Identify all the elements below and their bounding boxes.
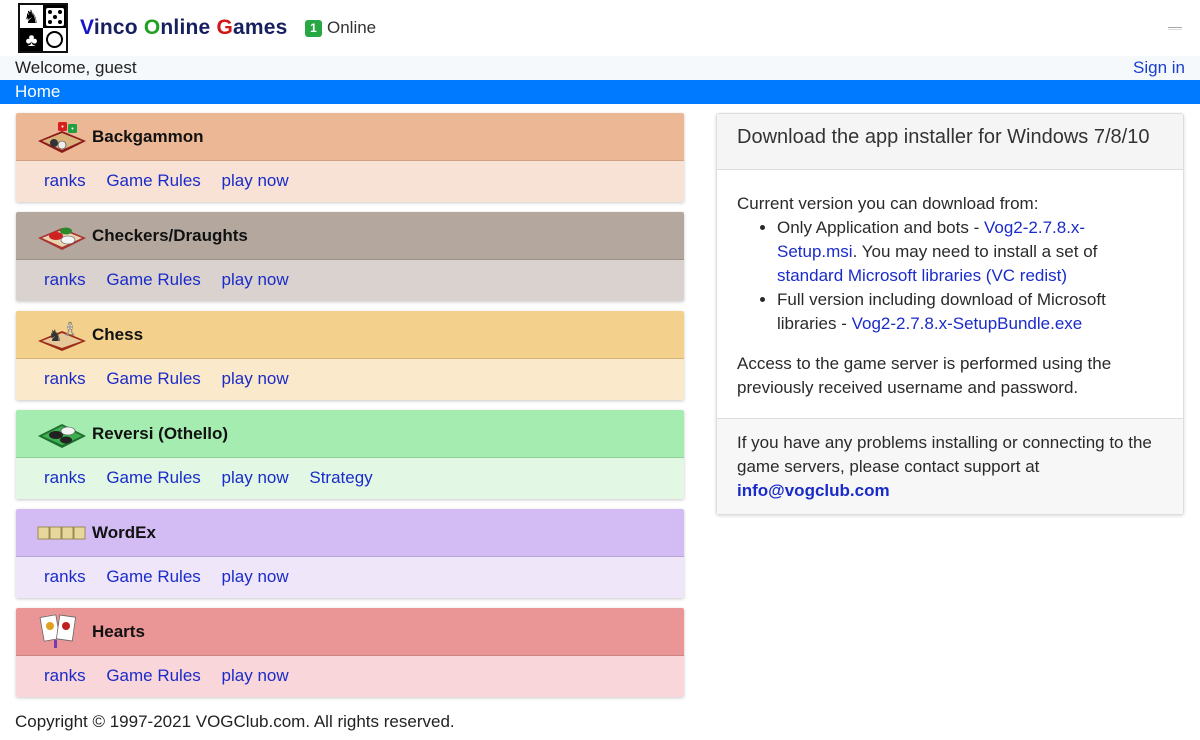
- game-rules-link[interactable]: Game Rules: [106, 270, 200, 289]
- ranks-link[interactable]: ranks: [44, 171, 86, 190]
- welcome-text: Welcome, guest: [15, 58, 137, 77]
- support-text: If you have any problems installing or c…: [737, 433, 1152, 476]
- menu-toggle-icon[interactable]: [1168, 27, 1182, 30]
- download-intro: Current version you can download from:: [737, 194, 1039, 213]
- brand-title[interactable]: Vinco Online Games: [80, 16, 288, 40]
- ranks-link[interactable]: ranks: [44, 666, 86, 685]
- game-rules-link[interactable]: Game Rules: [106, 171, 200, 190]
- brand-text-3: ames: [232, 16, 288, 39]
- game-links: ranks Game Rules play now Strategy: [16, 458, 684, 499]
- brand-letter-g: G: [216, 16, 233, 39]
- game-links: ranks Game Rules play now: [16, 359, 684, 400]
- game-card-hearts: Hearts ranks Game Rules play now: [16, 608, 684, 697]
- game-rules-link[interactable]: Game Rules: [106, 468, 200, 487]
- game-title: Hearts: [92, 622, 145, 641]
- nav-home-link[interactable]: Home: [15, 82, 60, 102]
- game-title: Backgammon: [92, 127, 204, 146]
- play-now-link[interactable]: play now: [222, 369, 289, 388]
- brand-letter-o: O: [143, 16, 161, 39]
- game-card-header[interactable]: Hearts: [16, 608, 684, 656]
- svg-text:♗: ♗: [62, 319, 78, 340]
- game-title: Reversi (Othello): [92, 424, 229, 443]
- main-nav: Home: [0, 80, 1200, 104]
- copyright: Copyright © 1997-2021 VOGClub.com. All r…: [15, 712, 455, 731]
- brand-text-1: inco: [93, 16, 144, 39]
- option-text: Only Application and bots -: [777, 218, 984, 237]
- reversi-icon: [38, 424, 86, 448]
- download-panel-title: Download the app installer for Windows 7…: [717, 114, 1183, 170]
- ranks-link[interactable]: ranks: [44, 369, 86, 388]
- bundle-download-link[interactable]: Vog2-2.7.8.x-SetupBundle.exe: [852, 314, 1083, 333]
- download-panel-body: Current version you can download from: O…: [717, 170, 1183, 419]
- game-rules-link[interactable]: Game Rules: [106, 567, 200, 586]
- wordex-icon: [37, 526, 86, 540]
- chess-pawn-icon: ♞: [20, 5, 43, 28]
- club-icon: ♣: [20, 28, 43, 51]
- sign-in-link[interactable]: Sign in: [1133, 58, 1185, 78]
- game-card-reversi: Reversi (Othello) ranks Game Rules play …: [16, 410, 684, 499]
- game-card-wordex: WordEx ranks Game Rules play now: [16, 509, 684, 598]
- game-rules-link[interactable]: Game Rules: [106, 666, 200, 685]
- site-logo[interactable]: ♞ ♣: [18, 3, 68, 53]
- support-email-link[interactable]: info@vogclub.com: [737, 481, 890, 500]
- game-card-header[interactable]: Backgammon: [16, 113, 684, 161]
- game-links: ranks Game Rules play now: [16, 260, 684, 301]
- checker-piece-icon: [43, 28, 66, 51]
- checkers-icon: [38, 227, 86, 250]
- online-label: Online: [327, 18, 377, 37]
- option-text: . You may need to install a set of: [852, 242, 1098, 261]
- support-info: If you have any problems installing or c…: [717, 419, 1183, 514]
- game-card-chess: ♞ ♗ Chess ranks Game Rules play now: [16, 311, 684, 400]
- game-card-header[interactable]: Reversi (Othello): [16, 410, 684, 458]
- brand-text-2: nline: [160, 16, 217, 39]
- ranks-link[interactable]: ranks: [44, 567, 86, 586]
- game-card-header[interactable]: ♞ ♗ Chess: [16, 311, 684, 359]
- games-list: Backgammon ranks Game Rules play now Che…: [16, 113, 684, 707]
- vc-redist-link[interactable]: standard Microsoft libraries (VC redist): [777, 266, 1067, 285]
- dice-icon: [43, 5, 66, 28]
- game-title: Checkers/Draughts: [92, 226, 248, 245]
- play-now-link[interactable]: play now: [222, 567, 289, 586]
- access-info: Access to the game server is performed u…: [737, 354, 1112, 397]
- game-card-header[interactable]: Checkers/Draughts: [16, 212, 684, 260]
- hearts-cards-icon: [39, 614, 77, 648]
- top-header: ♞ ♣ Vinco Online Games 1 Online: [0, 0, 1200, 56]
- play-now-link[interactable]: play now: [222, 171, 289, 190]
- online-status[interactable]: 1 Online: [305, 18, 376, 38]
- play-now-link[interactable]: play now: [222, 270, 289, 289]
- game-links: ranks Game Rules play now: [16, 557, 684, 598]
- ranks-link[interactable]: ranks: [44, 468, 86, 487]
- game-title: WordEx: [92, 523, 156, 542]
- game-card-checkers: Checkers/Draughts ranks Game Rules play …: [16, 212, 684, 301]
- online-count-badge: 1: [305, 19, 322, 37]
- game-links: ranks Game Rules play now: [16, 161, 684, 202]
- welcome-bar: Welcome, guest Sign in: [0, 56, 1200, 80]
- game-rules-link[interactable]: Game Rules: [106, 369, 200, 388]
- strategy-link[interactable]: Strategy: [309, 468, 372, 487]
- brand-letter-v: V: [80, 16, 94, 39]
- download-options-list: Only Application and bots - Vog2-2.7.8.x…: [777, 216, 1163, 336]
- game-card-backgammon: Backgammon ranks Game Rules play now: [16, 113, 684, 202]
- svg-text:♞: ♞: [48, 326, 62, 345]
- game-title: Chess: [92, 325, 144, 344]
- backgammon-icon: [38, 122, 86, 153]
- download-option-bundle: Full version including download of Micro…: [777, 288, 1163, 336]
- play-now-link[interactable]: play now: [222, 666, 289, 685]
- ranks-link[interactable]: ranks: [44, 270, 86, 289]
- download-option-msi: Only Application and bots - Vog2-2.7.8.x…: [777, 216, 1163, 288]
- game-card-header[interactable]: WordEx: [16, 509, 684, 557]
- chess-icon: ♞ ♗: [38, 319, 86, 351]
- play-now-link[interactable]: play now: [222, 468, 289, 487]
- download-panel: Download the app installer for Windows 7…: [716, 113, 1184, 515]
- game-links: ranks Game Rules play now: [16, 656, 684, 697]
